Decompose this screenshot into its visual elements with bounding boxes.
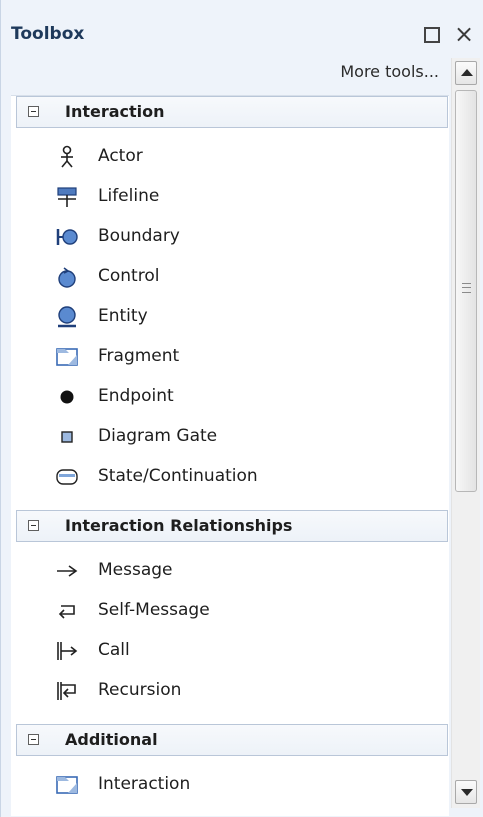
toolbox-panel: Toolbox × More tools... Interaction Acto… bbox=[0, 0, 483, 817]
toolbox-item-label: Self-Message bbox=[98, 600, 210, 620]
toolbox-content: Interaction Actor Lifeline Boundary Cont… bbox=[11, 95, 449, 816]
arrow-up-icon bbox=[461, 69, 473, 76]
toolbox-item-diagram-gate[interactable]: Diagram Gate bbox=[11, 419, 441, 455]
scroll-thumb[interactable] bbox=[455, 90, 477, 492]
collapse-icon[interactable] bbox=[28, 106, 39, 117]
lifeline-icon bbox=[57, 187, 77, 207]
scroll-down-button[interactable] bbox=[455, 780, 477, 804]
toolbox-item-label: Fragment bbox=[98, 346, 180, 366]
toolbox-item-entity[interactable]: Entity bbox=[11, 299, 441, 335]
toolbox-item-label: Endpoint bbox=[98, 386, 174, 406]
toolbox-item-recursion[interactable]: Recursion bbox=[11, 673, 441, 709]
group-header-interaction-relationships[interactable]: Interaction Relationships bbox=[16, 510, 448, 542]
close-icon: × bbox=[453, 20, 475, 48]
toolbox-item-label: Message bbox=[98, 560, 173, 580]
maximize-button[interactable] bbox=[421, 22, 443, 46]
toolbox-item-self-message[interactable]: Self-Message bbox=[11, 593, 441, 629]
toolbox-item-fragment[interactable]: Fragment bbox=[11, 339, 441, 375]
endpoint-icon bbox=[60, 390, 74, 404]
more-tools-link[interactable]: More tools... bbox=[1, 62, 439, 88]
toolbox-item-label: Control bbox=[98, 266, 160, 286]
call-icon bbox=[57, 642, 78, 660]
collapse-icon[interactable] bbox=[28, 734, 39, 745]
toolbox-item-label: Call bbox=[98, 640, 130, 660]
toolbox-item-boundary[interactable]: Boundary bbox=[11, 219, 441, 255]
control-icon bbox=[58, 267, 76, 288]
toolbox-item-label: Entity bbox=[98, 306, 148, 326]
toolbox-item-label: Recursion bbox=[98, 680, 182, 700]
maximize-icon bbox=[424, 27, 440, 43]
self-message-icon bbox=[58, 605, 75, 619]
group-header-interaction[interactable]: Interaction bbox=[16, 96, 448, 128]
toolbox-item-label: Actor bbox=[98, 146, 143, 166]
toolbox-item-call[interactable]: Call bbox=[11, 633, 441, 669]
entity-icon bbox=[58, 306, 76, 328]
scroll-up-button[interactable] bbox=[455, 61, 477, 85]
close-button[interactable]: × bbox=[453, 22, 475, 46]
group-label: Additional bbox=[65, 730, 158, 749]
recursion-icon bbox=[57, 682, 76, 700]
message-arrow-icon bbox=[57, 565, 78, 577]
grip-icon bbox=[462, 283, 471, 293]
toolbox-item-label: Boundary bbox=[98, 226, 180, 246]
group-label: Interaction Relationships bbox=[65, 516, 293, 535]
fragment-icon bbox=[56, 348, 78, 366]
group-label: Interaction bbox=[65, 102, 165, 121]
toolbox-item-actor[interactable]: Actor bbox=[11, 139, 441, 175]
actor-icon bbox=[61, 145, 73, 168]
toolbox-item-control[interactable]: Control bbox=[11, 259, 441, 295]
toolbox-item-interaction[interactable]: Interaction bbox=[11, 767, 441, 803]
collapse-icon[interactable] bbox=[28, 520, 39, 531]
group-header-additional[interactable]: Additional bbox=[16, 724, 448, 756]
toolbox-item-label: Interaction bbox=[98, 774, 191, 794]
toolbox-item-state-continuation[interactable]: State/Continuation bbox=[11, 459, 441, 495]
toolbox-title: Toolbox bbox=[11, 24, 85, 44]
arrow-down-icon bbox=[461, 789, 473, 796]
toolbox-item-endpoint[interactable]: Endpoint bbox=[11, 379, 441, 415]
diagram-gate-icon bbox=[61, 431, 73, 443]
interaction-frame-icon bbox=[56, 776, 78, 794]
toolbox-item-label: Lifeline bbox=[98, 186, 160, 206]
vertical-scrollbar[interactable] bbox=[451, 58, 480, 808]
boundary-icon bbox=[56, 229, 78, 245]
toolbox-titlebar: Toolbox × bbox=[1, 20, 483, 60]
toolbox-item-lifeline[interactable]: Lifeline bbox=[11, 179, 441, 215]
toolbox-item-label: State/Continuation bbox=[98, 466, 258, 486]
toolbox-item-label: Diagram Gate bbox=[98, 426, 218, 446]
toolbox-item-message[interactable]: Message bbox=[11, 553, 441, 589]
state-continuation-icon bbox=[56, 469, 78, 485]
